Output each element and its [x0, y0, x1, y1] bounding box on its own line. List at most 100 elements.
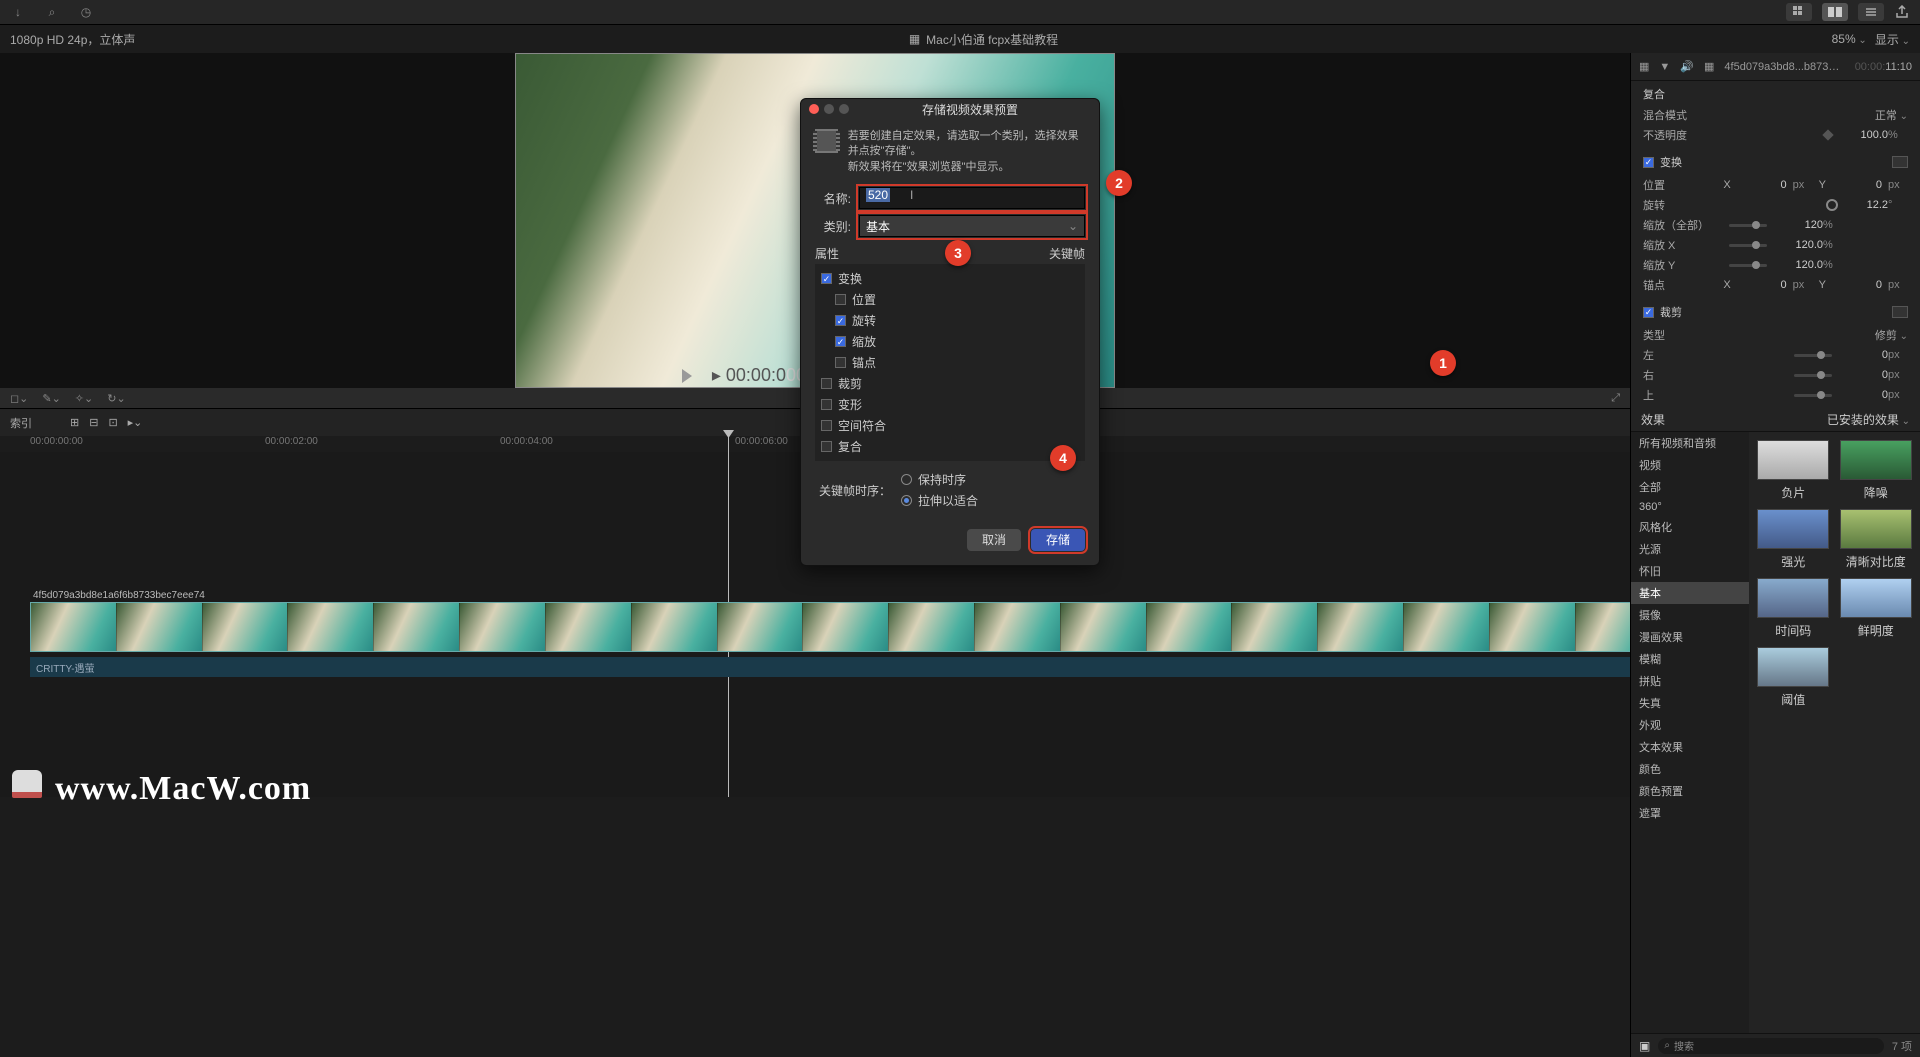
anchor-x[interactable]: 0 [1737, 279, 1787, 291]
effect-item[interactable]: 强光 [1757, 509, 1830, 570]
crop-right-slider[interactable] [1794, 374, 1832, 377]
crop-toggle[interactable]: ✓ [1643, 307, 1654, 318]
color-tool-icon[interactable]: ✎⌄ [42, 392, 60, 405]
effects-category[interactable]: 颜色预置 [1631, 780, 1749, 802]
layout-grid-icon[interactable] [1786, 3, 1812, 21]
attr-checkbox[interactable] [821, 420, 832, 431]
kf-keep-radio[interactable] [901, 474, 912, 485]
attr-row[interactable]: 锚点 [815, 352, 1085, 373]
scale-x-slider[interactable] [1729, 244, 1767, 247]
crop-reset-icon[interactable] [1892, 306, 1908, 318]
attr-row[interactable]: 复合 [815, 436, 1085, 457]
enhance-tool-icon[interactable]: ✧⌄ [75, 392, 93, 405]
keyword-icon[interactable]: ⌕ [44, 4, 60, 20]
index-button[interactable]: 索引 [10, 415, 60, 431]
attr-checkbox[interactable] [821, 441, 832, 452]
attr-row[interactable]: 旋转 [815, 310, 1085, 331]
import-icon[interactable]: ↓ [10, 4, 26, 20]
inspector-info-tab-icon[interactable]: ▼ [1659, 61, 1670, 73]
attr-checkbox[interactable] [821, 273, 832, 284]
tl-tool-3-icon[interactable]: ⊡ [108, 416, 117, 429]
position-y[interactable]: 0 [1832, 179, 1882, 191]
scale-all-value[interactable]: 120 [1773, 219, 1823, 231]
effects-category[interactable]: 外观 [1631, 714, 1749, 736]
attr-row[interactable]: 变换 [815, 268, 1085, 289]
crop-right[interactable]: 0 [1838, 369, 1888, 381]
blend-mode-dropdown[interactable]: 正常 [1875, 107, 1908, 123]
maximize-icon[interactable] [839, 104, 849, 114]
cancel-button[interactable]: 取消 [967, 529, 1021, 551]
minimize-icon[interactable] [824, 104, 834, 114]
crop-left[interactable]: 0 [1838, 349, 1888, 361]
position-x[interactable]: 0 [1737, 179, 1787, 191]
effects-category[interactable]: 模糊 [1631, 648, 1749, 670]
crop-type-dropdown[interactable]: 修剪 [1875, 327, 1908, 343]
fx-view-icon[interactable]: ▣ [1639, 1039, 1650, 1053]
crop-left-slider[interactable] [1794, 354, 1832, 357]
effects-category[interactable]: 文本效果 [1631, 736, 1749, 758]
effect-item[interactable]: 鲜明度 [1840, 578, 1913, 639]
attr-row[interactable]: 空间符合 [815, 415, 1085, 436]
effects-search[interactable]: ⌕搜索 [1658, 1038, 1883, 1054]
rotation-value[interactable]: 12.2 [1838, 199, 1888, 211]
attr-row[interactable]: 位置 [815, 289, 1085, 310]
kf-stretch-radio[interactable] [901, 495, 912, 506]
scale-y-value[interactable]: 120.0 [1773, 259, 1823, 271]
attr-checkbox[interactable] [821, 378, 832, 389]
effects-category[interactable]: 光源 [1631, 538, 1749, 560]
effects-installed-dropdown[interactable]: 已安装的效果 [1827, 411, 1910, 428]
effect-item[interactable]: 阈值 [1757, 647, 1830, 708]
opacity-value[interactable]: 100.0 [1838, 129, 1888, 141]
effects-category[interactable]: 风格化 [1631, 516, 1749, 538]
effect-item[interactable]: 清晰对比度 [1840, 509, 1913, 570]
effects-category[interactable]: 所有视频和音频 [1631, 432, 1749, 454]
scale-x-value[interactable]: 120.0 [1773, 239, 1823, 251]
attr-checkbox[interactable] [821, 399, 832, 410]
attr-checkbox[interactable] [835, 315, 846, 326]
tl-tool-1-icon[interactable]: ⊞ [70, 416, 79, 429]
attr-checkbox[interactable] [835, 336, 846, 347]
attr-row[interactable]: 变形 [815, 394, 1085, 415]
effects-category[interactable]: 失真 [1631, 692, 1749, 714]
effect-item[interactable]: 降噪 [1840, 440, 1913, 501]
attr-checkbox[interactable] [835, 357, 846, 368]
transform-reset-icon[interactable] [1892, 156, 1908, 168]
effects-category[interactable]: 360° [1631, 498, 1749, 516]
effect-item[interactable]: 时间码 [1757, 578, 1830, 639]
inspector-audio-tab-icon[interactable]: 🔊 [1680, 60, 1694, 73]
attr-checkbox[interactable] [835, 294, 846, 305]
effects-category[interactable]: 漫画效果 [1631, 626, 1749, 648]
inspector-video-tab-icon[interactable]: ▦ [1639, 60, 1649, 73]
effects-category[interactable]: 怀旧 [1631, 560, 1749, 582]
attr-row[interactable]: 裁剪 [815, 373, 1085, 394]
display-dropdown[interactable]: 显示 [1875, 31, 1910, 48]
scale-all-slider[interactable] [1729, 224, 1767, 227]
transform-tool-icon[interactable]: ◻⌄ [10, 392, 28, 405]
effects-category[interactable]: 拼贴 [1631, 670, 1749, 692]
crop-top[interactable]: 0 [1838, 389, 1888, 401]
effects-category[interactable]: 全部 [1631, 476, 1749, 498]
retime-tool-icon[interactable]: ↻⌄ [107, 392, 125, 405]
effects-category[interactable]: 遮罩 [1631, 802, 1749, 824]
bg-tasks-icon[interactable]: ◷ [78, 4, 94, 20]
crop-top-slider[interactable] [1794, 394, 1832, 397]
anchor-y[interactable]: 0 [1832, 279, 1882, 291]
zoom-percent[interactable]: 85% [1832, 32, 1867, 46]
rotation-dial-icon[interactable] [1826, 199, 1838, 211]
tl-tool-4-icon[interactable]: ▸⌄ [128, 416, 143, 429]
name-input[interactable]: 520I [859, 187, 1085, 209]
play-icon[interactable] [682, 369, 692, 383]
effects-category[interactable]: 基本 [1631, 582, 1749, 604]
effect-item[interactable]: 负片 [1757, 440, 1830, 501]
effects-category[interactable]: 视频 [1631, 454, 1749, 476]
category-dropdown[interactable]: 基本⌄ [859, 215, 1085, 237]
layout-settings-icon[interactable] [1858, 3, 1884, 21]
effects-category[interactable]: 颜色 [1631, 758, 1749, 780]
effects-category[interactable]: 摄像 [1631, 604, 1749, 626]
transform-toggle[interactable]: ✓ [1643, 157, 1654, 168]
share-icon[interactable] [1894, 4, 1910, 20]
keyframe-icon[interactable] [1822, 129, 1833, 140]
scale-y-slider[interactable] [1729, 264, 1767, 267]
fullscreen-icon[interactable]: ⤢ [1611, 392, 1620, 405]
layout-dual-icon[interactable] [1822, 3, 1848, 21]
